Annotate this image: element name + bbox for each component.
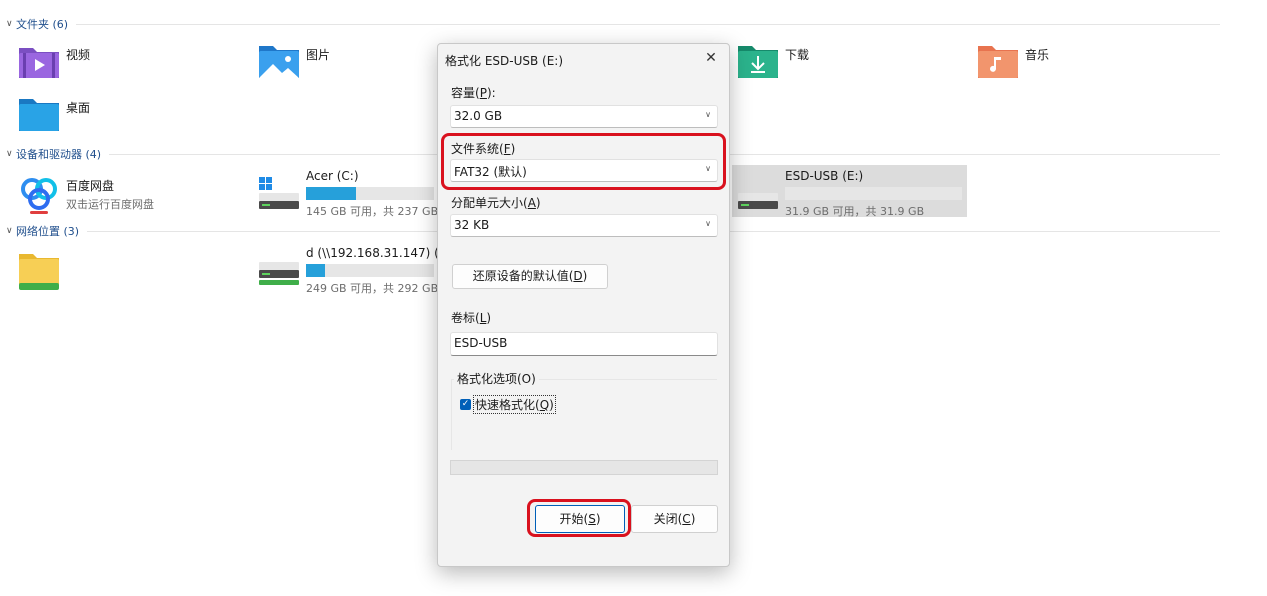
drive-usage-bar bbox=[306, 264, 434, 277]
drive-usage-bar bbox=[306, 187, 434, 200]
folder-name: 音乐 bbox=[1025, 48, 1050, 62]
format-options-group bbox=[451, 379, 717, 450]
system-drive-icon bbox=[258, 177, 300, 209]
dialog-title: 格式化 ESD-USB (E:) bbox=[445, 54, 564, 68]
volume-label-input[interactable]: ESD-USB bbox=[450, 332, 718, 356]
close-button[interactable]: 关闭(C) bbox=[631, 505, 718, 533]
folder-name: 桌面 bbox=[66, 101, 91, 115]
downloads-folder-icon bbox=[737, 42, 779, 80]
quick-format-label[interactable]: 快速格式化(Q) bbox=[473, 395, 556, 414]
start-highlight bbox=[527, 499, 631, 537]
filesystem-highlight bbox=[441, 133, 726, 190]
allocation-label: 分配单元大小(A) bbox=[451, 196, 541, 210]
allocation-select[interactable]: 32 KB ∨ bbox=[450, 214, 718, 237]
drive-esd-usb-e[interactable]: ESD-USB (E:) 31.9 GB 可用，共 31.9 GB bbox=[737, 169, 965, 219]
allocation-value: 32 KB bbox=[454, 218, 490, 232]
chevron-down-icon: ∨ bbox=[705, 110, 711, 119]
device-subtitle: 双击运行百度网盘 bbox=[66, 198, 154, 211]
drive-network-y[interactable]: d (\\192.168.31.147) (Y:) 249 GB 可用，共 29… bbox=[258, 246, 453, 296]
close-icon[interactable]: ✕ bbox=[701, 48, 721, 68]
volume-label-value: ESD-USB bbox=[454, 336, 508, 350]
group-title: 设备和驱动器 (4) bbox=[16, 148, 102, 161]
drive-name: d (\\192.168.31.147) (Y:) bbox=[306, 246, 454, 260]
folder-desktop[interactable]: 桌面 bbox=[18, 95, 90, 133]
chevron-down-icon: ∨ bbox=[705, 219, 711, 228]
videos-folder-icon bbox=[18, 42, 60, 80]
baidu-netdisk-icon bbox=[18, 173, 60, 214]
format-progress-bar bbox=[450, 460, 718, 475]
folder-name: 图片 bbox=[306, 48, 331, 62]
device-baidu-netdisk[interactable]: 百度网盘 双击运行百度网盘 bbox=[18, 173, 154, 214]
format-options-title: 格式化选项(O) bbox=[454, 370, 539, 387]
network-folder-icon bbox=[18, 252, 60, 290]
drive-name: ESD-USB (E:) bbox=[785, 169, 864, 183]
group-title: 文件夹 (6) bbox=[16, 18, 69, 31]
drive-space: 249 GB 可用，共 292 GB bbox=[306, 282, 439, 295]
folder-name: 下载 bbox=[785, 48, 810, 62]
chevron-down-icon: ∨ bbox=[6, 19, 13, 29]
chevron-down-icon: ∨ bbox=[6, 149, 13, 159]
music-folder-icon bbox=[977, 42, 1019, 80]
pictures-folder-icon bbox=[258, 42, 300, 80]
group-header-folders[interactable]: ∨ 文件夹 (6) bbox=[6, 16, 1220, 32]
network-location-folder[interactable] bbox=[18, 252, 66, 290]
drive-space: 31.9 GB 可用，共 31.9 GB bbox=[785, 205, 925, 218]
divider bbox=[76, 24, 1220, 25]
group-title: 网络位置 (3) bbox=[16, 225, 80, 238]
drive-acer-c[interactable]: Acer (C:) 145 GB 可用，共 237 GB bbox=[258, 169, 438, 219]
volume-label-caption: 卷标(L) bbox=[451, 311, 492, 325]
format-dialog: 格式化 ESD-USB (E:) ✕ 容量(P): 32.0 GB ∨ 文件系统… bbox=[437, 43, 730, 567]
drive-name: Acer (C:) bbox=[306, 169, 359, 183]
restore-defaults-button[interactable]: 还原设备的默认值(D) bbox=[452, 264, 608, 289]
capacity-label: 容量(P): bbox=[451, 86, 496, 100]
device-name: 百度网盘 bbox=[66, 179, 115, 193]
folder-name: 视频 bbox=[66, 48, 91, 62]
folder-pictures[interactable]: 图片 bbox=[258, 42, 330, 80]
chevron-down-icon: ∨ bbox=[6, 226, 13, 236]
folder-downloads[interactable]: 下载 bbox=[737, 42, 809, 80]
capacity-select[interactable]: 32.0 GB ∨ bbox=[450, 105, 718, 128]
drive-space: 145 GB 可用，共 237 GB bbox=[306, 205, 439, 218]
usb-drive-icon bbox=[737, 177, 779, 209]
quick-format-checkbox[interactable]: ✓ bbox=[460, 399, 471, 410]
capacity-value: 32.0 GB bbox=[454, 109, 503, 123]
folder-videos[interactable]: 视频 bbox=[18, 42, 90, 80]
desktop-folder-icon bbox=[18, 95, 60, 133]
network-drive-icon bbox=[258, 254, 300, 286]
folder-music[interactable]: 音乐 bbox=[977, 42, 1049, 80]
drive-usage-bar bbox=[785, 187, 962, 200]
